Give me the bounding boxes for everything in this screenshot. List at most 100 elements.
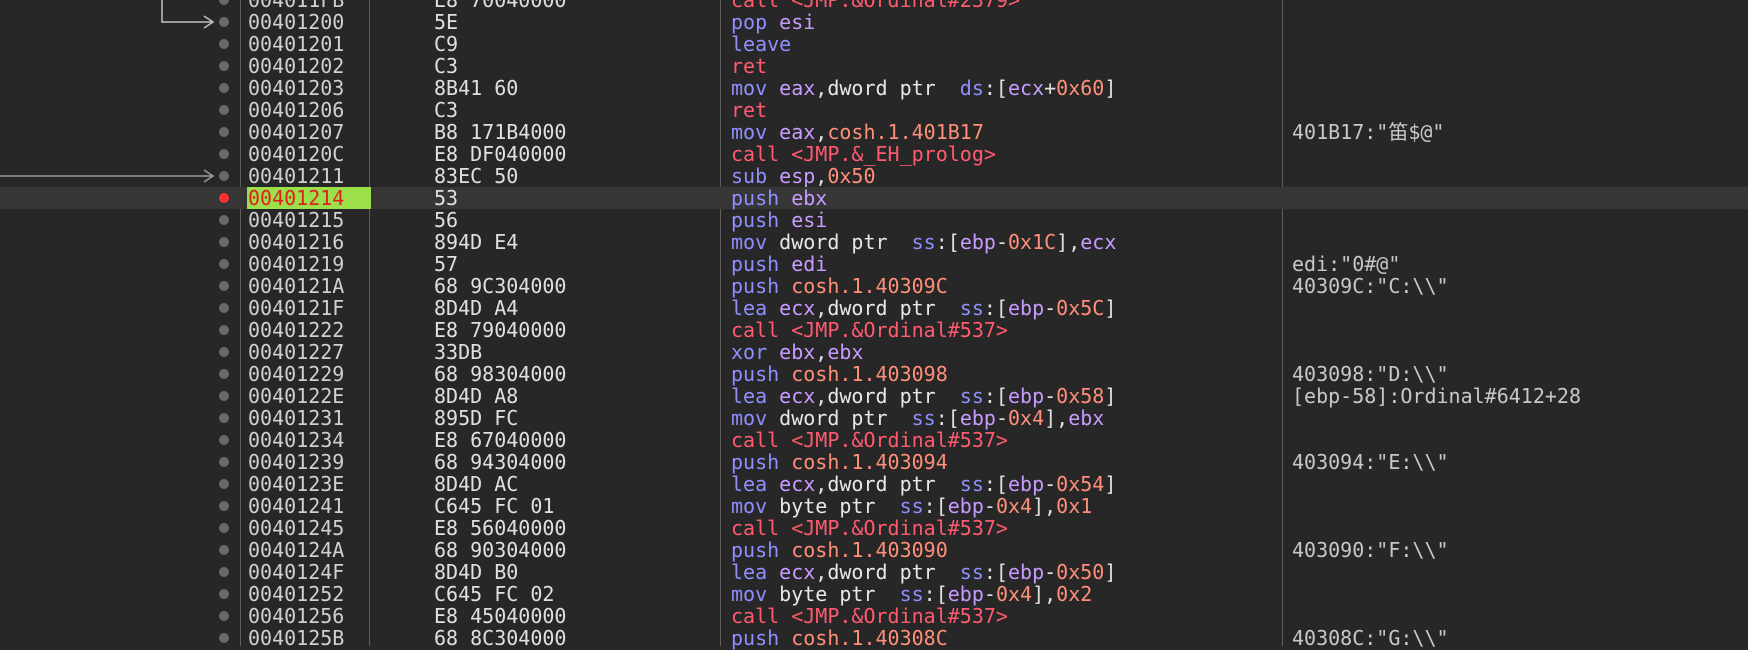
breakpoint-toggle-icon[interactable] [219, 479, 229, 489]
instruction-row[interactable]: 00401239 68 94304000 push cosh.1.403094 403… [0, 451, 1748, 473]
instruction-token: push [731, 274, 780, 298]
instruction-token: ebp [1007, 384, 1045, 408]
breakpoint-toggle-icon[interactable] [219, 501, 229, 511]
instruction-token: leave [731, 32, 792, 56]
instruction-token: 0x4 [1007, 406, 1045, 430]
instruction-token: :[ [983, 560, 1008, 584]
instruction-text: sub esp,0x50 [731, 165, 876, 187]
instruction-row[interactable]: 00401241 C645 FC 01 mov byte ptr ss:[ebp-0… [0, 495, 1748, 517]
breakpoint-toggle-icon[interactable] [219, 259, 229, 269]
instruction-row[interactable]: 00401200 5E pop esi [0, 11, 1748, 33]
instruction-text: mov eax,cosh.1.401B17 [731, 121, 984, 143]
breakpoint-toggle-icon[interactable] [219, 391, 229, 401]
instruction-row[interactable]: 0040124F 8D4D B0 lea ecx,dword ptr ss:[ebp… [0, 561, 1748, 583]
instruction-token: 0x54 [1056, 472, 1105, 496]
breakpoint-toggle-icon[interactable] [219, 325, 229, 335]
breakpoint-toggle-icon[interactable] [219, 105, 229, 115]
instruction-row[interactable]: 00401211 83EC 50 sub esp,0x50 [0, 165, 1748, 187]
instruction-row[interactable]: 00401222 E8 79040000 call <JMP.&Ordinal#53… [0, 319, 1748, 341]
instruction-token: 0x60 [1056, 76, 1105, 100]
instruction-token [779, 538, 791, 562]
instruction-token: cosh.1.403090 [791, 538, 948, 562]
instruction-comment: 40309C:"C:\\" [1292, 274, 1449, 298]
instruction-token: ebp [1007, 472, 1045, 496]
instruction-row-current[interactable]: 00401214 53 push ebx [0, 187, 1748, 209]
instruction-row[interactable]: 00401229 68 98304000 push cosh.1.403098 403… [0, 363, 1748, 385]
instruction-address: 0040120C [248, 142, 345, 166]
instruction-token: ebp [947, 582, 984, 606]
instruction-token [779, 252, 791, 276]
breakpoint-icon[interactable] [219, 193, 229, 203]
instruction-row[interactable]: 00401234 E8 67040000 call <JMP.&Ordinal#53… [0, 429, 1748, 451]
instruction-row[interactable]: 00401206 C3 ret [0, 99, 1748, 121]
instruction-address: 00401207 [248, 120, 345, 144]
instruction-row[interactable]: 00401252 C645 FC 02 mov byte ptr ss:[ebp-0… [0, 583, 1748, 605]
breakpoint-toggle-icon[interactable] [219, 83, 229, 93]
instruction-row[interactable]: 0040121F 8D4D A4 lea ecx,dword ptr ss:[ebp… [0, 297, 1748, 319]
instruction-row[interactable]: 00401201 C9 leave [0, 33, 1748, 55]
instruction-token: ss [947, 560, 984, 584]
instruction-row[interactable]: 0040124A 68 90304000 push cosh.1.403090 403… [0, 539, 1748, 561]
instruction-row[interactable]: 00401207 B8 171B4000 mov eax,cosh.1.401B17… [0, 121, 1748, 143]
breakpoint-toggle-icon[interactable] [219, 633, 229, 643]
instruction-token [779, 450, 791, 474]
instruction-token: , [815, 296, 828, 320]
instruction-bytes: 68 90304000 [434, 538, 567, 562]
breakpoint-toggle-icon[interactable] [219, 567, 229, 577]
instruction-address: 00401216 [248, 230, 345, 254]
instruction-address: 00401219 [248, 252, 345, 276]
instruction-token: <JMP.&Ordinal#537> [791, 428, 1008, 452]
instruction-address: 0040121A [248, 274, 345, 298]
instruction-token: push [731, 252, 780, 276]
instruction-token [767, 494, 779, 518]
instruction-token: push [731, 362, 780, 386]
breakpoint-toggle-icon[interactable] [219, 611, 229, 621]
breakpoint-toggle-icon[interactable] [219, 237, 229, 247]
instruction-token: ebx [779, 340, 816, 364]
disassembly-view[interactable]: 004011FB E8 70040000 call <JMP.&Ordinal#23… [0, 0, 1748, 649]
instruction-address: 0040124A [248, 538, 345, 562]
breakpoint-toggle-icon[interactable] [219, 413, 229, 423]
breakpoint-toggle-icon[interactable] [219, 281, 229, 291]
breakpoint-toggle-icon[interactable] [219, 127, 229, 137]
breakpoint-toggle-icon[interactable] [219, 61, 229, 71]
breakpoint-toggle-icon[interactable] [219, 303, 229, 313]
instruction-address: 00401214 [247, 187, 371, 209]
instruction-text: mov dword ptr ss:[ebp-0x4],ebx [731, 407, 1104, 429]
breakpoint-toggle-icon[interactable] [219, 171, 229, 181]
breakpoint-toggle-icon[interactable] [219, 545, 229, 555]
instruction-row[interactable]: 00401227 33DB xor ebx,ebx [0, 341, 1748, 363]
instruction-row[interactable]: 00401216 894D E4 mov dword ptr ss:[ebp-0x1… [0, 231, 1748, 253]
breakpoint-toggle-icon[interactable] [219, 435, 229, 445]
instruction-row[interactable]: 00401203 8B41 60 mov eax,dword ptr ds:[ecx… [0, 77, 1748, 99]
breakpoint-toggle-icon[interactable] [219, 215, 229, 225]
instruction-token [767, 10, 779, 34]
breakpoint-toggle-icon[interactable] [219, 17, 229, 27]
instruction-row[interactable]: 00401219 57 push edi edi:"0#@" [0, 253, 1748, 275]
instruction-text: xor ebx,ebx [731, 341, 863, 363]
instruction-token: cosh.1.40308C [791, 626, 948, 650]
instruction-row[interactable]: 0040120C E8 DF040000 call <JMP.&_EH_prolog… [0, 143, 1748, 165]
breakpoint-toggle-icon[interactable] [219, 39, 229, 49]
instruction-row[interactable]: 0040123E 8D4D AC lea ecx,dword ptr ss:[ebp… [0, 473, 1748, 495]
breakpoint-toggle-icon[interactable] [219, 149, 229, 159]
breakpoint-toggle-icon[interactable] [219, 0, 229, 5]
breakpoint-toggle-icon[interactable] [219, 589, 229, 599]
instruction-row[interactable]: 00401256 E8 45040000 call <JMP.&Ordinal#53… [0, 605, 1748, 627]
instruction-address: 00401201 [248, 32, 345, 56]
breakpoint-toggle-icon[interactable] [219, 523, 229, 533]
instruction-row[interactable]: 00401245 E8 56040000 call <JMP.&Ordinal#53… [0, 517, 1748, 539]
instruction-bytes: 53 [434, 186, 459, 210]
instruction-row[interactable]: 00401202 C3 ret [0, 55, 1748, 77]
breakpoint-toggle-icon[interactable] [219, 347, 229, 357]
instruction-row[interactable]: 0040121A 68 9C304000 push cosh.1.40309C 403… [0, 275, 1748, 297]
instruction-row[interactable]: 00401215 56 push esi [0, 209, 1748, 231]
instruction-text: call <JMP.&Ordinal#537> [731, 319, 1008, 341]
instruction-row[interactable]: 0040122E 8D4D A8 lea ecx,dword ptr ss:[ebp… [0, 385, 1748, 407]
instruction-token: 0x50 [827, 164, 876, 188]
instruction-token: lea [731, 560, 768, 584]
instruction-comment: edi:"0#@" [1292, 252, 1401, 276]
instruction-row[interactable]: 00401231 895D FC mov dword ptr ss:[ebp-0x4… [0, 407, 1748, 429]
breakpoint-toggle-icon[interactable] [219, 457, 229, 467]
breakpoint-toggle-icon[interactable] [219, 369, 229, 379]
